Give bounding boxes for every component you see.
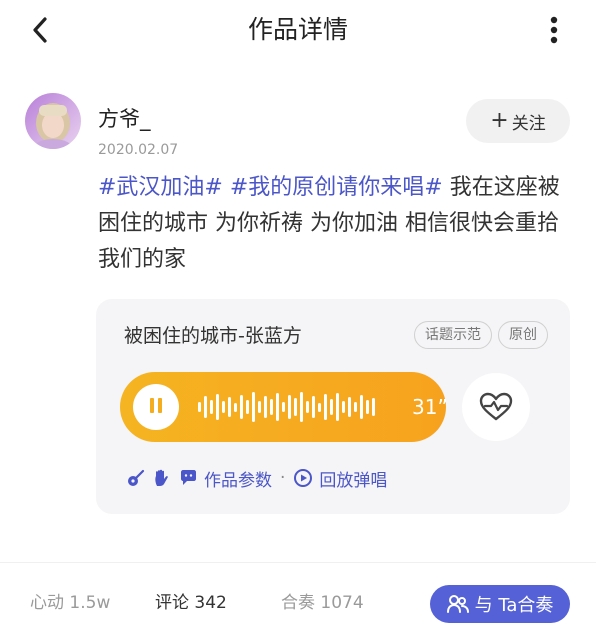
pause-icon (148, 397, 164, 417)
waveform (198, 389, 375, 425)
post-date: 2020.02.07 (98, 142, 179, 158)
song-meta-row: 作品参数 · 回放弹唱 (126, 465, 387, 491)
post-text: #武汉加油# #我的原创请你来唱# 我在这座被困住的城市 为你祈祷 为你加油 相… (98, 170, 568, 278)
page-title: 作品详情 (247, 15, 348, 44)
follow-button[interactable]: + 关注 (466, 99, 570, 143)
guitar-icon (126, 468, 146, 488)
heart-button[interactable] (462, 373, 530, 441)
heartbeat-icon (479, 392, 513, 421)
hand-icon (152, 468, 172, 488)
replay-link[interactable]: 回放弹唱 (319, 466, 387, 491)
ensemble-button-label: 与 Ta合奏 (474, 595, 554, 616)
heart-label: 心动 (30, 593, 64, 613)
song-card[interactable]: 被困住的城市-张蓝方 话题示范 原创 31” 作品参数 · 回放弹唱 (96, 299, 570, 514)
follow-label: 关注 (511, 113, 546, 134)
plus-icon: + (490, 108, 509, 133)
hashtag-link[interactable]: #武汉加油# (98, 175, 223, 200)
comment-stat[interactable]: 评论 342 (155, 591, 227, 615)
ensemble-button[interactable]: 与 Ta合奏 (430, 585, 570, 623)
song-title: 被困住的城市-张蓝方 (124, 325, 302, 347)
hashtag-link[interactable]: #我的原创请你来唱# (230, 175, 443, 200)
separator-dot: · (280, 468, 286, 488)
footer-bar: 心动 1.5w 评论 342 合奏 1074 与 Ta合奏 (0, 563, 596, 638)
speech-bubble-icon (178, 468, 198, 488)
comment-count: 342 (194, 593, 227, 613)
heart-count: 1.5w (69, 593, 111, 613)
heart-stat[interactable]: 心动 1.5w (30, 591, 110, 615)
ensemble-label: 合奏 (281, 593, 315, 613)
topic-badge[interactable]: 话题示范 (414, 321, 492, 349)
avatar[interactable] (25, 93, 81, 149)
author-name[interactable]: 方爷_ (98, 105, 151, 133)
comment-label: 评论 (155, 593, 189, 613)
more-button[interactable] (542, 12, 566, 48)
top-bar: 作品详情 (0, 0, 596, 62)
replay-icon (293, 468, 313, 488)
song-badges: 话题示范 原创 (414, 321, 548, 349)
params-link[interactable]: 作品参数 (204, 466, 272, 491)
ensemble-stat[interactable]: 合奏 1074 (281, 591, 364, 615)
pause-button[interactable] (133, 384, 179, 430)
more-vertical-icon (550, 16, 558, 44)
original-badge[interactable]: 原创 (498, 321, 548, 349)
ensemble-count: 1074 (320, 593, 364, 613)
duration: 31” (412, 395, 448, 419)
audio-player[interactable]: 31” (120, 372, 448, 442)
duet-icon (446, 594, 469, 614)
